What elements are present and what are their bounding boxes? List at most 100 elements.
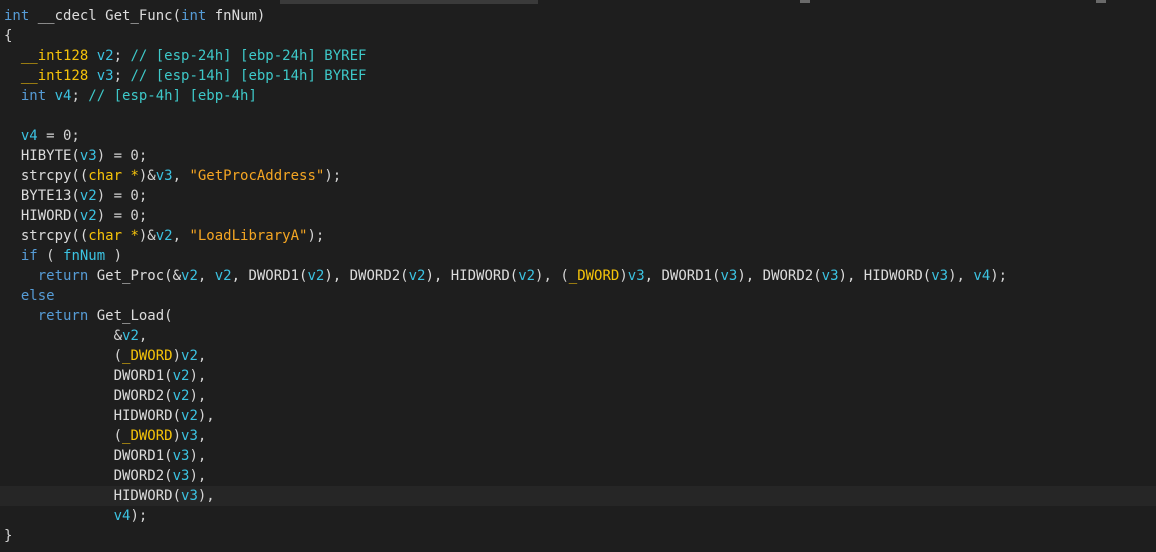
code-token: __int128 xyxy=(4,48,97,64)
code-line[interactable]: v4); xyxy=(4,506,1156,526)
code-token: , DWORD1( xyxy=(231,268,308,284)
code-token: Get_Proc(& xyxy=(88,268,182,284)
code-token: strcpy(( xyxy=(4,228,89,244)
scroll-marker xyxy=(1096,0,1106,3)
code-line[interactable]: HIDWORD(v3), xyxy=(0,486,1156,506)
code-token: "GetProcAddress" xyxy=(189,168,325,184)
code-line[interactable]: v4 = 0; xyxy=(4,126,1156,146)
code-token: ); xyxy=(324,168,342,184)
code-line[interactable]: int v4; // [esp-4h] [ebp-4h] xyxy=(4,86,1156,106)
code-line[interactable]: DWORD1(v3), xyxy=(4,446,1156,466)
code-token: , xyxy=(138,328,148,344)
code-token: HIDWORD( xyxy=(4,488,182,504)
code-token: v2 xyxy=(307,268,325,284)
code-token: HIDWORD( xyxy=(4,408,182,424)
code-token: & xyxy=(4,328,123,344)
code-token: v4 xyxy=(20,128,38,144)
code-line[interactable]: strcpy((char *)&v3, "GetProcAddress"); xyxy=(4,166,1156,186)
code-line[interactable]: HIDWORD(v2), xyxy=(4,406,1156,426)
code-view[interactable]: int __cdecl Get_Func(int fnNum) { __int12… xyxy=(0,6,1156,546)
code-line[interactable]: return Get_Proc(&v2, v2, DWORD1(v2), DWO… xyxy=(4,266,1156,286)
code-token: fnNum xyxy=(63,248,106,264)
horizontal-scrollbar[interactable] xyxy=(0,0,1156,4)
code-token: v2 xyxy=(172,368,190,384)
code-token: v2 xyxy=(181,348,198,364)
code-line[interactable]: (_DWORD)v3, xyxy=(4,426,1156,446)
code-token: , xyxy=(172,228,190,244)
code-token: )& xyxy=(138,168,156,184)
code-line[interactable]: __int128 v2; // [esp-24h] [ebp-24h] BYRE… xyxy=(4,46,1156,66)
pseudocode-editor[interactable]: int __cdecl Get_Func(int fnNum) { __int12… xyxy=(0,0,1156,552)
code-token: ); xyxy=(307,228,325,244)
code-line[interactable]: __int128 v3; // [esp-14h] [ebp-14h] BYRE… xyxy=(4,66,1156,86)
code-token: v2 xyxy=(79,208,97,224)
code-token: _DWORD xyxy=(122,348,173,364)
code-token: v4 xyxy=(973,268,991,284)
code-token: v3 xyxy=(181,428,198,444)
code-token: ( xyxy=(4,428,123,444)
code-token: int xyxy=(181,8,207,24)
code-token: ( xyxy=(37,248,64,264)
code-token: ; xyxy=(113,68,131,84)
code-token: ) xyxy=(172,348,182,364)
code-line[interactable]: DWORD2(v2), xyxy=(4,386,1156,406)
code-token: v3 xyxy=(181,488,198,504)
code-line[interactable]: return Get_Load( xyxy=(4,306,1156,326)
code-token: DWORD2( xyxy=(4,388,173,404)
code-token: if xyxy=(4,248,38,264)
code-token: ), xyxy=(189,388,207,404)
code-token: v2 xyxy=(79,188,97,204)
code-line[interactable]: HIBYTE(v3) = 0; xyxy=(4,146,1156,166)
code-token: ), xyxy=(948,268,974,284)
scroll-marker xyxy=(800,0,810,3)
scrollbar-thumb[interactable] xyxy=(280,0,538,4)
code-token: ) xyxy=(619,268,628,284)
code-line[interactable]: int __cdecl Get_Func(int fnNum) xyxy=(4,6,1156,26)
code-token: v3 xyxy=(627,268,645,284)
code-token: , xyxy=(197,348,207,364)
code-token: v3 xyxy=(172,448,190,464)
code-token: , xyxy=(197,428,207,444)
code-token: v2 xyxy=(155,228,173,244)
code-token: return xyxy=(4,268,89,284)
code-token: _DWORD xyxy=(568,268,620,284)
code-line[interactable]: HIWORD(v2) = 0; xyxy=(4,206,1156,226)
code-token: _DWORD xyxy=(122,428,173,444)
code-token: ), xyxy=(197,408,215,424)
code-line[interactable]: DWORD2(v3), xyxy=(4,466,1156,486)
code-token: ), xyxy=(189,448,207,464)
code-token: v2 xyxy=(518,268,536,284)
code-line[interactable]: { xyxy=(4,26,1156,46)
code-line[interactable] xyxy=(4,106,1156,126)
code-token: v2 xyxy=(181,268,198,284)
code-token: v3 xyxy=(821,268,839,284)
code-token: , xyxy=(172,168,190,184)
code-line[interactable]: &v2, xyxy=(4,326,1156,346)
code-token: ) xyxy=(172,428,182,444)
code-token: ), HIDWORD( xyxy=(838,268,932,284)
code-token: ), ( xyxy=(535,268,569,284)
code-token: ), HIDWORD( xyxy=(425,268,519,284)
code-token: // [esp-4h] [ebp-4h] xyxy=(88,88,257,104)
code-token: // [esp-14h] [ebp-14h] BYREF xyxy=(130,68,367,84)
code-line[interactable]: BYTE13(v2) = 0; xyxy=(4,186,1156,206)
code-line[interactable]: if ( fnNum ) xyxy=(4,246,1156,266)
code-token: int xyxy=(4,88,55,104)
code-line[interactable]: else xyxy=(4,286,1156,306)
code-token: = 0; xyxy=(37,128,80,144)
code-token: ), xyxy=(189,468,207,484)
code-line[interactable]: } xyxy=(4,526,1156,546)
code-line[interactable]: (_DWORD)v2, xyxy=(4,346,1156,366)
code-token: v3 xyxy=(79,148,97,164)
code-token: ) = 0; xyxy=(96,208,148,224)
code-token: ) xyxy=(105,248,123,264)
code-line[interactable]: DWORD1(v2), xyxy=(4,366,1156,386)
code-line[interactable]: strcpy((char *)&v2, "LoadLibraryA"); xyxy=(4,226,1156,246)
code-token: ; xyxy=(113,48,131,64)
code-token: ); xyxy=(990,268,1008,284)
code-token: ), DWORD2( xyxy=(737,268,822,284)
code-token: char * xyxy=(88,168,139,184)
code-token: ), xyxy=(197,488,215,504)
